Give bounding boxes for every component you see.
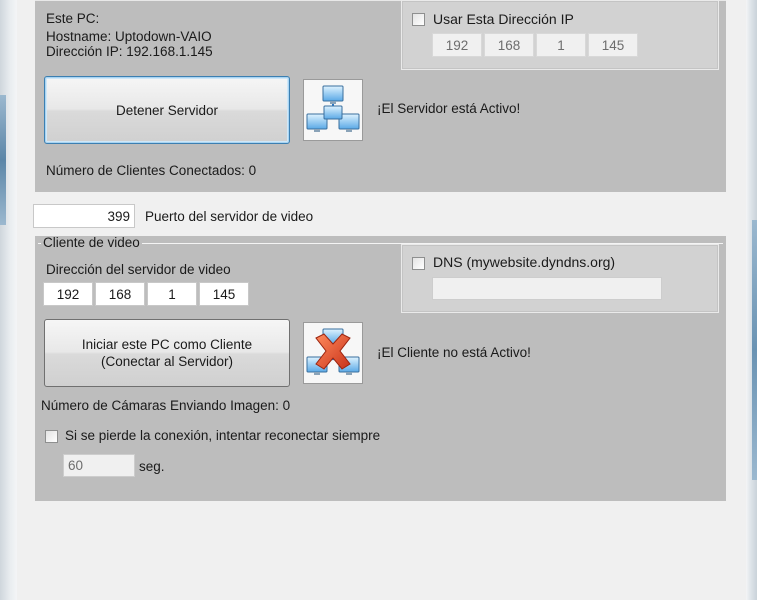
client-group-legend: Cliente de video	[41, 235, 142, 250]
client-ip-octet-1[interactable]: 192	[43, 282, 93, 306]
clients-connected-label: Número de Clientes Conectados: 0	[46, 163, 257, 178]
reconnect-label: Si se pierde la conexión, intentar recon…	[65, 428, 381, 443]
start-client-button-line2: (Conectar al Servidor)	[100, 354, 234, 369]
server-ip-octet-4: 145	[588, 33, 638, 57]
dns-label: DNS (mywebsite.dyndns.org)	[433, 254, 616, 270]
client-ip-octet-2[interactable]: 168	[95, 282, 145, 306]
video-port-value: 399	[107, 208, 130, 224]
reconnect-checkbox[interactable]	[45, 430, 58, 443]
server-ip-octets: 192 168 1 145	[432, 33, 638, 57]
seconds-unit-label: seg.	[139, 459, 165, 474]
video-port-input[interactable]: 399	[33, 204, 135, 228]
server-ip-octet-3: 1	[536, 33, 586, 57]
stop-server-button[interactable]: Detener Servidor	[44, 76, 290, 144]
use-ip-label: Usar Esta Dirección IP	[433, 11, 574, 27]
dns-checkbox[interactable]	[412, 257, 425, 270]
hostname-label: Hostname: Uptodown-VAIO	[46, 29, 212, 44]
this-pc-label: Este PC:	[46, 11, 100, 26]
network-computers-icon	[306, 85, 360, 132]
cameras-sending-label: Número de Cámaras Enviando Imagen: 0	[41, 398, 291, 413]
window-frame-left	[0, 0, 17, 600]
client-ip-octet-4[interactable]: 145	[199, 282, 249, 306]
client-ip-octet-3[interactable]: 1	[147, 282, 197, 306]
reconnect-seconds-input[interactable]: 60	[63, 454, 135, 477]
window-frame-right	[746, 0, 757, 600]
server-address-label: Dirección del servidor de video	[46, 262, 231, 277]
dns-input[interactable]	[432, 277, 662, 300]
reconnect-seconds-value: 60	[68, 458, 84, 473]
client-status-text: ¡El Cliente no está Activo!	[377, 345, 531, 360]
client-ip-octets: 192 168 1 145	[43, 282, 249, 306]
use-ip-checkbox[interactable]	[412, 13, 425, 26]
ip-address-label: Dirección IP: 192.168.1.145	[46, 44, 213, 59]
server-ip-octet-1: 192	[432, 33, 482, 57]
server-status-text: ¡El Servidor está Activo!	[377, 101, 521, 116]
server-ip-octet-2: 168	[484, 33, 534, 57]
network-disconnected-icon	[306, 328, 360, 375]
start-client-button-line1: Iniciar este PC como Cliente	[81, 337, 253, 352]
server-status-icon-tile	[303, 79, 363, 141]
video-port-label: Puerto del servidor de video	[145, 209, 314, 224]
start-client-button[interactable]: Iniciar este PC como Cliente (Conectar a…	[44, 319, 290, 387]
client-status-icon-tile	[303, 322, 363, 384]
